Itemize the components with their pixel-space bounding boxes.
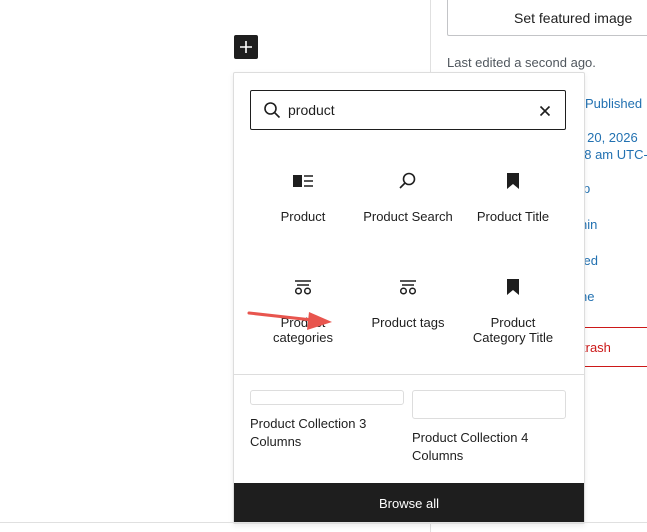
publish-time-link[interactable]: 28 am UTC- [577, 147, 647, 162]
plus-icon [240, 41, 252, 53]
product-icon [293, 175, 313, 187]
block-label: Product Search [363, 209, 453, 224]
block-item-product-category-title[interactable]: Product Category Title [463, 275, 563, 345]
block-inserter-popover: Product Product Search Product Title Pro… [233, 72, 585, 524]
terms-icon [294, 280, 312, 295]
block-item-product-tags[interactable]: Product tags [358, 275, 458, 330]
block-label: Product categories [273, 315, 333, 345]
close-icon[interactable] [535, 101, 555, 121]
search-icon [264, 102, 281, 119]
pattern-preview: ​​ [412, 390, 566, 419]
block-label: Product Category Title [472, 315, 554, 345]
pattern-preview: ​ [250, 390, 404, 405]
bookmark-icon [507, 279, 519, 295]
block-search-field[interactable] [250, 90, 566, 130]
block-item-product-categories[interactable]: Product categories [253, 275, 353, 345]
pattern-title: Product Collection 4 Columns [412, 430, 529, 463]
section-divider [234, 374, 584, 375]
terms-icon [399, 280, 417, 295]
block-label: Product [280, 209, 326, 224]
editor-footer-border [0, 522, 647, 523]
set-featured-image-button[interactable]: Set featured image [447, 0, 647, 36]
status-link[interactable]: Published [585, 96, 642, 111]
block-item-product-title[interactable]: Product Title [463, 169, 563, 224]
browse-all-button[interactable]: Browse all [234, 483, 584, 523]
search-icon [399, 172, 416, 189]
publish-date-link[interactable]: y 20, 2026 [577, 130, 638, 145]
pattern-item-product-collection-4-columns[interactable]: ​​ Product Collection 4 Columns [412, 390, 566, 465]
block-label: Product Title [476, 209, 550, 224]
block-search-input[interactable] [288, 102, 528, 118]
add-block-button[interactable] [234, 35, 258, 59]
block-label: Product tags [371, 315, 445, 330]
last-edited-text: Last edited a second ago. [447, 55, 596, 70]
block-item-product-search[interactable]: Product Search [358, 169, 458, 224]
move-to-trash-link[interactable]: trash [582, 340, 611, 355]
bookmark-icon [507, 173, 519, 189]
pattern-item-product-collection-3-columns[interactable]: ​ Product Collection 3 Columns [250, 390, 404, 451]
pattern-title: Product Collection 3 Columns [250, 416, 367, 449]
block-item-product[interactable]: Product [253, 169, 353, 224]
